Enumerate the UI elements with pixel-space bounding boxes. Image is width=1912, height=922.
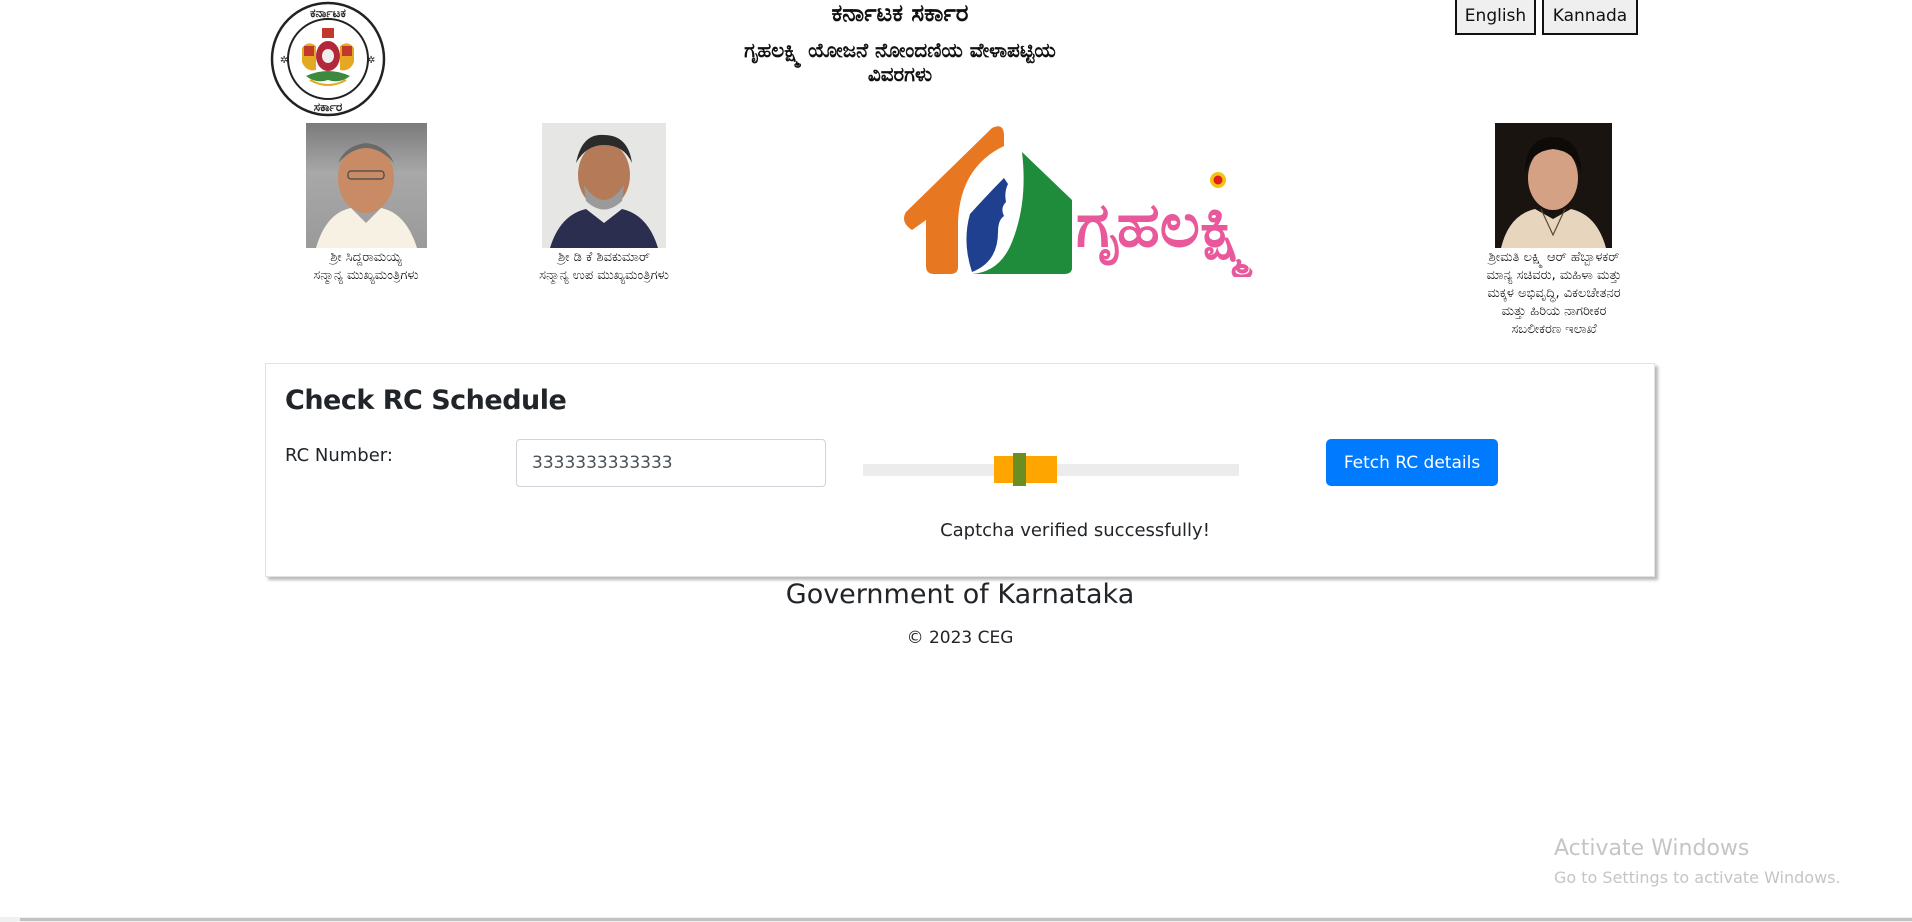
captcha-status-message: Captcha verified successfully!: [940, 520, 1210, 541]
deputy-chief-minister-caption: ಶ್ರೀ ಡಿ ಕೆ ಶಿವಕುಮಾರ್ ಸನ್ಮಾನ್ಯ ಉಪ ಮುಖ್ಯಮಂ…: [504, 249, 704, 285]
page-subtitle: ಗೃಹಲಕ್ಷ್ಮಿ ಯೋಜನೆ ನೋಂದಣಿಯ ವೇಳಾಪಟ್ಟಿಯ ವಿವರ…: [640, 38, 1160, 86]
leader-name: ಶ್ರೀ ಸಿದ್ದರಾಮಯ್ಯ: [330, 250, 402, 265]
activate-windows-subtitle: Go to Settings to activate Windows.: [1554, 868, 1841, 887]
chief-minister-caption: ಶ್ರೀ ಸಿದ್ದರಾಮಯ್ಯ ಸನ್ಮಾನ್ಯ ಮುಖ್ಯಮಂತ್ರಿಗಳು: [266, 249, 466, 285]
leader-title-line: ಸಬಲೀಕರಣ ಇಲಾಖೆ: [1511, 322, 1597, 337]
leader-name: ಶ್ರೀಮತಿ ಲಕ್ಷ್ಮಿ ಆರ್ ಹೆಬ್ಬಾಳಕರ್: [1488, 250, 1620, 265]
footer-title: Government of Karnataka: [785, 579, 1135, 610]
leader-title-line: ಮಕ್ಕಳ ಅಭಿವೃದ್ಧಿ, ವಿಕಲಚೇತನರ: [1487, 286, 1621, 301]
leader-title: ಸನ್ಮಾನ್ಯ ಉಪ ಮುಖ್ಯಮಂತ್ರಿಗಳು: [539, 268, 669, 283]
chief-minister-photo: [306, 123, 427, 248]
rc-number-label: RC Number:: [285, 445, 393, 466]
leader-name: ಶ್ರೀ ಡಿ ಕೆ ಶಿವಕುಮಾರ್: [558, 250, 650, 265]
leader-title-line: ಮಾನ್ಯ ಸಚಿವರು, ಮಹಿಳಾ ಮತ್ತು: [1486, 268, 1622, 283]
karnataka-emblem-icon: ಕರ್ನಾಟಕ ಸರ್ಕಾರ ✲ ✲: [270, 1, 386, 117]
deputy-chief-minister-photo: [542, 123, 666, 248]
leader-title-line: ಮತ್ತು ಹಿರಿಯ ನಾಗರೀಕರ: [1501, 304, 1607, 319]
fetch-rc-details-button[interactable]: Fetch RC details: [1326, 439, 1498, 486]
leader-title: ಸನ್ಮಾನ್ಯ ಮುಖ್ಯಮಂತ್ರಿಗಳು: [313, 268, 419, 283]
footer-copyright: © 2023 CEG: [906, 628, 1014, 648]
minister-photo: [1495, 123, 1612, 248]
card-heading: Check RC Schedule: [285, 385, 567, 416]
emblem-text-top: ಕರ್ನಾಟಕ: [310, 6, 346, 20]
emblem-text-bottom: ಸರ್ಕಾರ: [314, 100, 343, 114]
rc-number-input[interactable]: [516, 439, 826, 487]
logo-text: ಗೃಹಲಕ್ಷ್ಮಿ: [1076, 188, 1253, 277]
activate-windows-title: Activate Windows: [1554, 836, 1750, 861]
horizontal-scrollbar-thumb[interactable]: [20, 918, 1912, 921]
gruhalakshmi-logo: ಗೃಹಲಕ್ಷ್ಮಿ: [904, 126, 1253, 277]
svg-text:✲: ✲: [280, 55, 288, 66]
minister-caption: ಶ್ರೀಮತಿ ಲಕ್ಷ್ಮಿ ಆರ್ ಹೆಬ್ಬಾಳಕರ್ ಮಾನ್ಯ ಸಚಿ…: [1444, 249, 1664, 339]
kannada-language-button[interactable]: Kannada: [1542, 0, 1638, 35]
captcha-slider-thumb[interactable]: [1013, 453, 1026, 486]
page-title: ಕರ್ನಾಟಕ ಸರ್ಕಾರ: [831, 0, 969, 27]
english-language-button[interactable]: English: [1455, 0, 1536, 35]
svg-text:✲: ✲: [367, 55, 375, 66]
page-subtitle-line-2: ವಿವರಗಳು: [867, 62, 933, 86]
page-subtitle-line-1: ಗೃಹಲಕ್ಷ್ಮಿ ಯೋಜನೆ ನೋಂದಣಿಯ ವೇಳಾಪಟ್ಟಿಯ: [744, 38, 1056, 62]
